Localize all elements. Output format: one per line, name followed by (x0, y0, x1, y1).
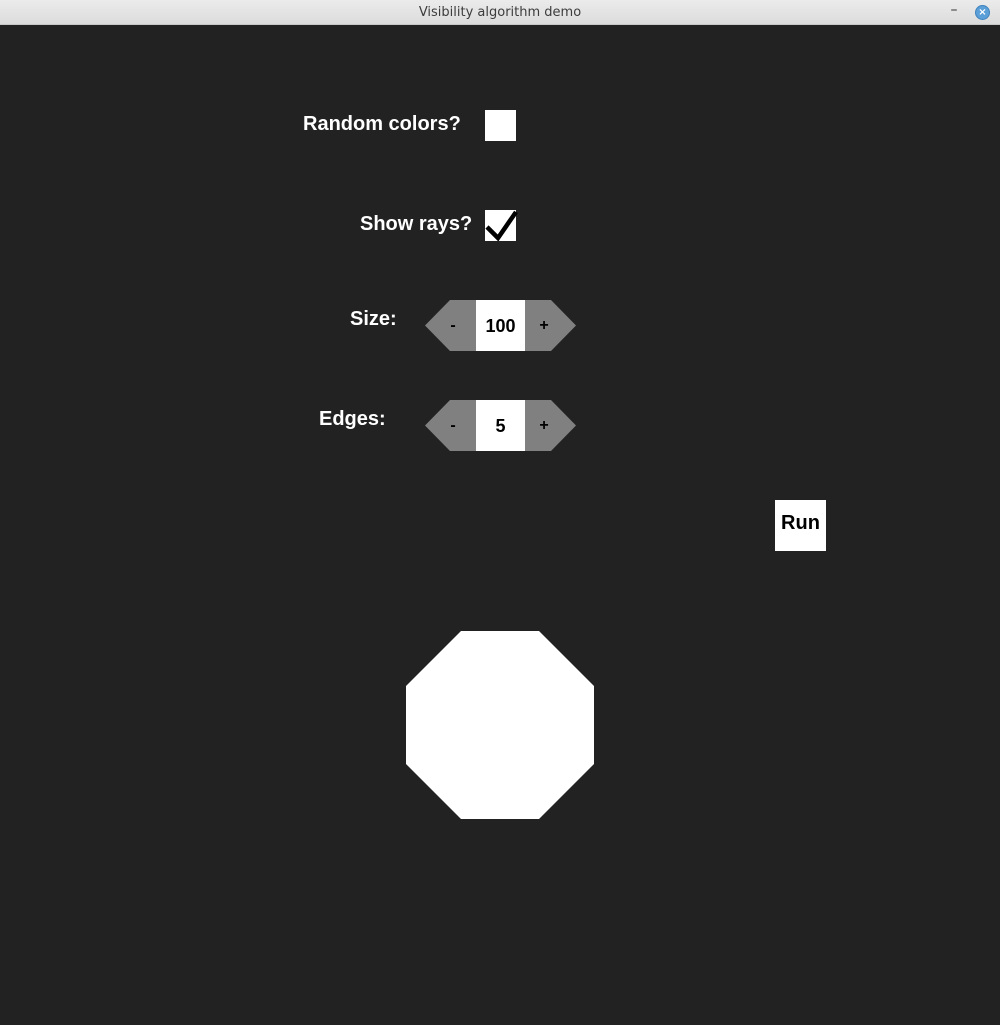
random-colors-checkbox[interactable] (485, 110, 516, 141)
size-value[interactable]: 100 (476, 300, 525, 351)
edges-value[interactable]: 5 (476, 400, 525, 451)
edges-decrement-button[interactable]: - (433, 400, 473, 451)
edges-label: Edges: (319, 408, 386, 430)
title-bar[interactable]: Visibility algorithm demo – × (0, 0, 1000, 25)
minimize-icon[interactable]: – (946, 2, 962, 18)
show-rays-label: Show rays? (360, 213, 473, 235)
size-decrement-button[interactable]: - (433, 300, 473, 351)
checkmark-icon (485, 210, 518, 241)
edges-increment-button[interactable]: + (524, 400, 564, 451)
edges-stepper: - 5 + (425, 400, 577, 451)
window-title: Visibility algorithm demo (418, 5, 582, 20)
random-colors-label: Random colors? (303, 113, 461, 135)
show-rays-checkbox[interactable] (485, 210, 518, 241)
size-label: Size: (350, 308, 397, 330)
size-increment-button[interactable]: + (524, 300, 564, 351)
run-button[interactable]: Run (775, 500, 826, 551)
polygon-shape (406, 631, 594, 819)
close-icon[interactable]: × (975, 5, 990, 20)
size-stepper: - 100 + (425, 300, 577, 351)
app-window: Visibility algorithm demo – × Random col… (0, 0, 1000, 1025)
